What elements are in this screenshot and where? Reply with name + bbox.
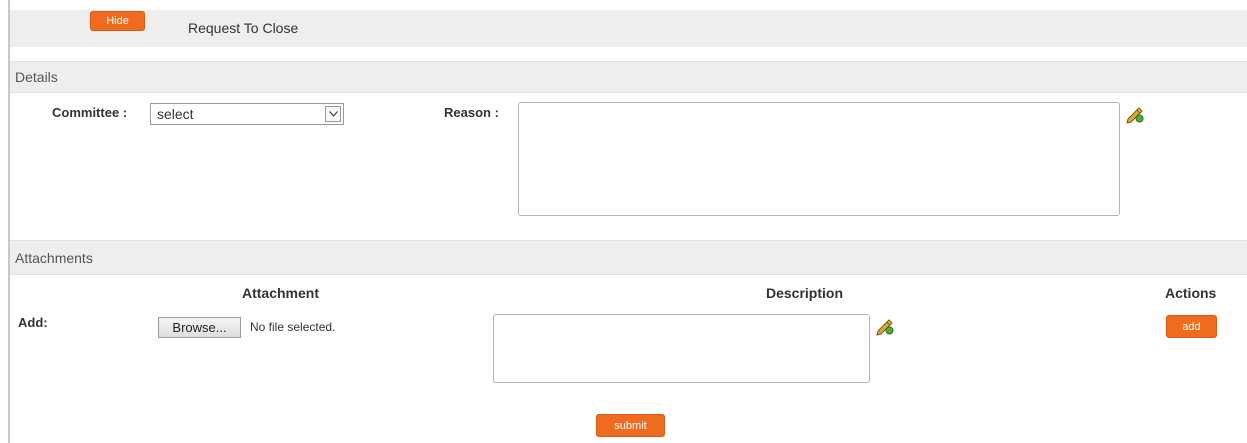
reason-textarea[interactable] [518, 102, 1120, 216]
committee-select-value: select [157, 106, 194, 122]
add-row-label: Add: [18, 315, 48, 330]
details-section-title: Details [15, 69, 58, 85]
details-section-header[interactable]: Details [10, 61, 1247, 93]
attachments-section-header[interactable]: Attachments [10, 240, 1247, 275]
description-textarea[interactable] [493, 314, 870, 383]
column-header-actions: Actions [1165, 285, 1217, 301]
submit-button[interactable]: submit [596, 414, 665, 437]
page-title: Request To Close [188, 20, 299, 36]
pencil-edit-icon[interactable] [875, 316, 895, 336]
column-header-attachment: Attachment [242, 285, 320, 301]
attachments-section-title: Attachments [15, 249, 93, 266]
reason-label: Reason : [444, 105, 499, 120]
pencil-edit-icon[interactable] [1125, 104, 1145, 124]
hide-button[interactable]: Hide [90, 11, 145, 31]
add-attachment-button[interactable]: add [1166, 315, 1217, 338]
committee-select[interactable]: select [150, 103, 344, 125]
browse-button[interactable]: Browse... [158, 317, 241, 338]
committee-label: Committee : [52, 105, 128, 120]
no-file-status: No file selected. [250, 320, 336, 334]
chevron-down-icon[interactable] [325, 106, 341, 122]
column-header-description: Description [766, 285, 844, 301]
